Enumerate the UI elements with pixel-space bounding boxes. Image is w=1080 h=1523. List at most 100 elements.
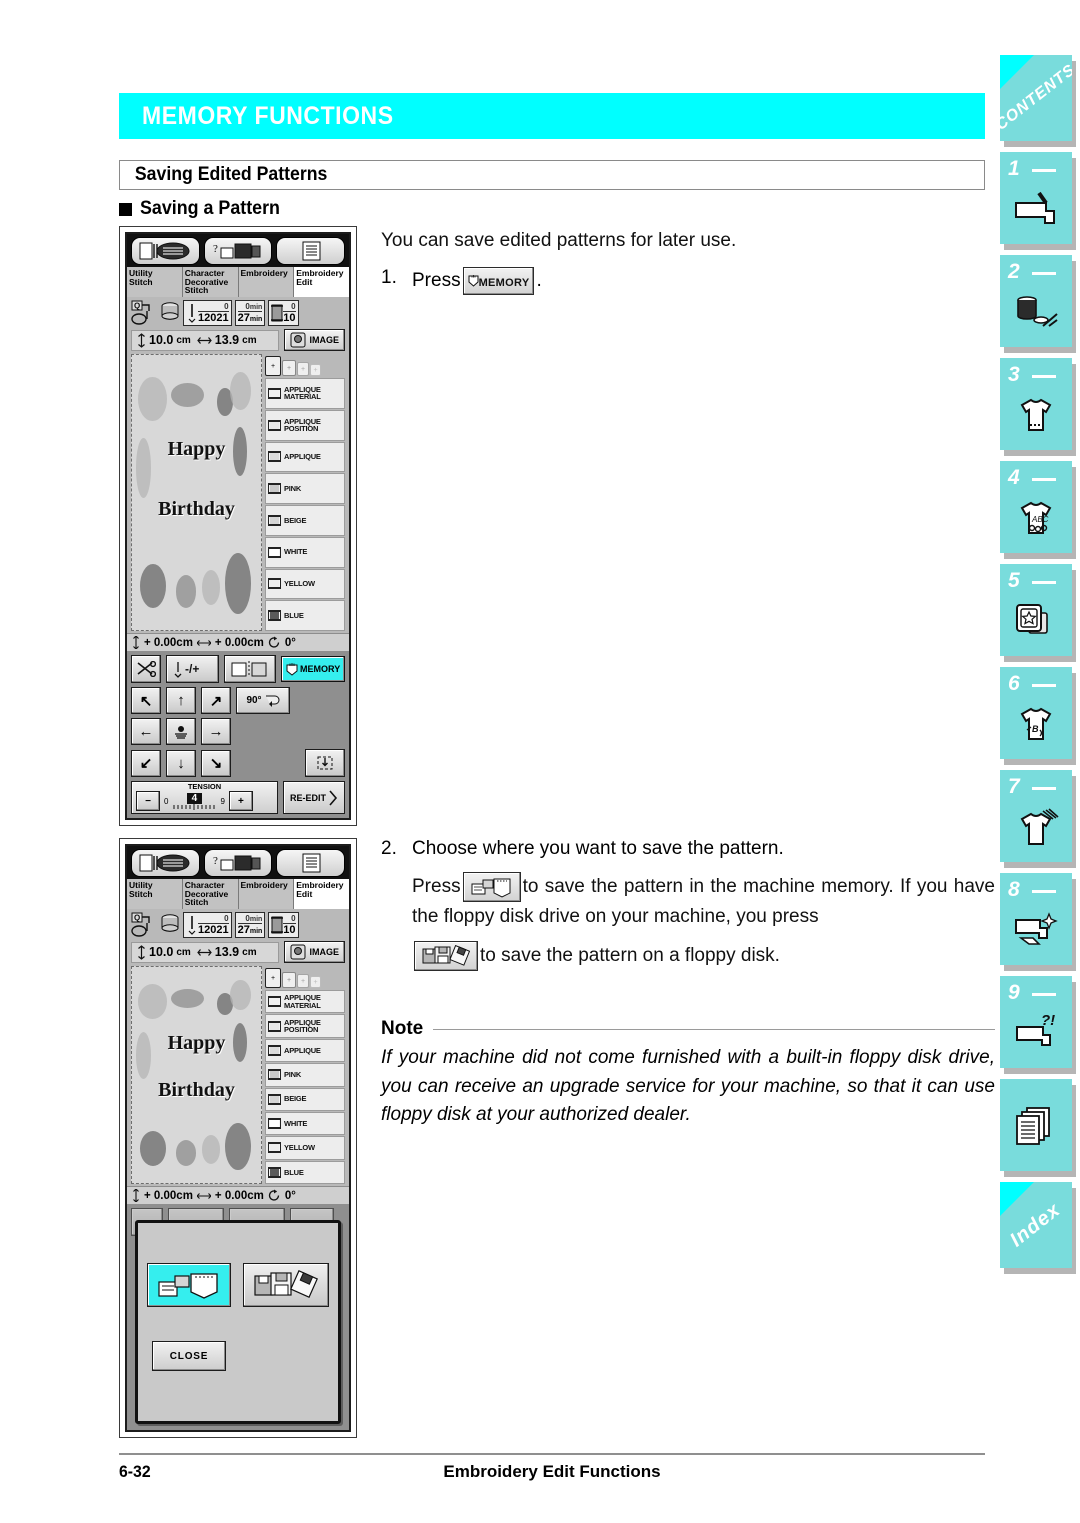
character-decorative-mode-icon[interactable]: ? [203,849,273,877]
index-tab-ch3[interactable]: 3 [1000,358,1072,450]
tab-embroidery-edit[interactable]: Embroidery Edit [294,267,349,297]
tab-character-decorative-stitch[interactable]: Character Decorative Stitch [182,879,239,909]
image-button[interactable]: IMAGE [284,941,345,963]
tension-scale-icon [173,803,215,810]
needle-icon [188,916,196,935]
thread-color-item[interactable]: PINK [265,473,345,504]
tab-embroidery-edit[interactable]: Embroidery Edit [294,879,349,909]
vertical-offset-icon [133,636,139,649]
thread-spool-icon [268,610,281,622]
close-button[interactable]: CLOSE [152,1341,226,1371]
index-tab-index[interactable]: Index [1000,1182,1072,1268]
tab-utility-stitch[interactable]: Utility Stitch [127,879,183,909]
memory-button-inline[interactable]: MEMORY [462,267,535,296]
tab-character-decorative-stitch[interactable]: Character Decorative Stitch [182,267,239,297]
move-down-right-button[interactable]: ↘ [201,749,231,777]
thread-color-item[interactable]: APPLIQUE MATERIAL [265,378,345,409]
index-tab-ch6[interactable]: 6B [1000,667,1072,759]
hoop-size-3-icon[interactable]: + [297,362,309,376]
thread-spool-icon [268,1142,281,1154]
footer-page-number: 6-32 [119,1462,151,1481]
index-tab-ch7[interactable]: 7 [1000,770,1072,862]
thread-color-item[interactable]: APPLIQUE [265,441,345,473]
thread-color-item[interactable]: BLUE [265,1160,345,1184]
move-up-button[interactable]: ↑ [166,687,196,714]
svg-text:ABC: ABC [1031,515,1049,524]
utility-stitch-mode-icon[interactable] [131,237,200,265]
tension-plus-button[interactable]: + [228,791,253,811]
memory-button-label: MEMORY [300,664,341,674]
settings-list-mode-icon[interactable] [276,849,346,877]
move-up-left-button[interactable]: ↖ [131,687,161,714]
thread-color-item[interactable]: WHITE [265,1111,345,1136]
hoop-size-4-icon[interactable]: + [310,364,321,376]
machine-memory-button-inline[interactable] [462,872,521,902]
stitch-step-button[interactable]: -/+ [166,655,219,683]
move-right-button[interactable]: → [201,718,231,745]
save-to-machine-memory-button[interactable] [147,1263,231,1307]
hoop-size-1-icon[interactable]: + [265,356,281,376]
embroidery-preview-1[interactable]: Happy Birthday [131,354,262,631]
trial-position-button[interactable] [305,749,345,777]
thread-color-item[interactable]: PINK [265,1063,345,1087]
tab-utility-stitch[interactable]: Utility Stitch [127,267,183,297]
thread-spool-icon [268,1118,281,1130]
thread-color-name: APPLIQUE [284,452,321,462]
rotate-button[interactable]: 90° [236,687,290,714]
index-tab-contents[interactable]: CONTENTS [1000,55,1072,141]
move-down-left-button[interactable]: ↙ [131,749,161,777]
index-tab-ch5[interactable]: 5 [1000,564,1072,656]
save-to-floppy-disk-button[interactable] [243,1263,329,1307]
index-tab-dash [1032,375,1056,378]
move-left-button[interactable]: ← [131,718,161,745]
thread-color-item[interactable]: YELLOW [265,1136,345,1160]
index-tab-ch4[interactable]: 4 ABC [1000,461,1072,553]
thread-color-item[interactable]: WHITE [265,536,345,568]
lcd-2-stats-row: Q 0 12021 0min 27min 0 10 [127,909,349,939]
utility-stitch-mode-icon[interactable] [131,849,200,877]
index-tab-ch9[interactable]: 9?! [1000,976,1072,1068]
index-tab-ch8[interactable]: 8 [1000,873,1072,965]
thread-color-item[interactable]: BEIGE [265,505,345,536]
index-tab-ch2[interactable]: 2 [1000,255,1072,347]
tension-control[interactable]: TENSION − 0 4 9 + [131,781,278,814]
stitch-count-box: 0 12021 [183,912,232,938]
tension-minus-button[interactable]: − [136,791,160,811]
thread-color-item[interactable]: BEIGE [265,1087,345,1111]
re-edit-button[interactable]: RE-EDIT [283,781,345,814]
move-up-right-button[interactable]: ↗ [201,687,231,714]
hoop-size-selector[interactable]: + + + + [265,354,345,376]
machine-memory-icon [158,1273,218,1299]
thread-color-item[interactable]: APPLIQUE MATERIAL [265,990,345,1014]
hoop-size-4-icon[interactable]: + [310,976,321,988]
hoop-size-2-icon[interactable]: + [282,360,296,376]
character-decorative-mode-icon[interactable]: ? [203,237,273,265]
mirror-flip-button[interactable] [223,655,277,683]
image-button[interactable]: IMAGE [284,329,345,351]
thread-cut-button[interactable] [131,655,162,683]
rotate-arrow-icon [265,695,280,707]
index-tab-appendix[interactable] [1000,1079,1072,1171]
hoop-size-2-icon[interactable]: + [282,972,296,988]
hoop-size-3-icon[interactable]: + [297,974,309,988]
machine-question-icon: ?! [1013,1013,1059,1053]
thread-color-item[interactable]: APPLIQUE POSITION [265,409,345,441]
thread-color-name: APPLIQUE [284,1045,321,1055]
center-pattern-button[interactable] [166,718,196,745]
thread-color-item[interactable]: YELLOW [265,568,345,600]
tab-embroidery[interactable]: Embroidery [238,267,295,297]
height-arrow-icon [138,332,145,348]
tab-embroidery[interactable]: Embroidery [238,879,295,909]
hoop-size-selector[interactable]: + + + + [265,966,345,988]
embroidery-preview-2[interactable]: Happy Birthday [131,966,262,1184]
thread-color-item[interactable]: APPLIQUE POSITION [265,1014,345,1038]
settings-list-mode-icon[interactable] [276,237,346,265]
memory-button[interactable]: MEMORY [281,656,346,682]
floppy-disk-button-inline[interactable] [414,941,478,972]
index-tab-ch1[interactable]: 1 [1000,152,1072,244]
hoop-size-1-icon[interactable]: + [265,968,281,988]
intro-text: You can save edited patterns for later u… [381,230,737,251]
thread-color-item[interactable]: APPLIQUE [265,1038,345,1063]
thread-color-item[interactable]: BLUE [265,600,345,631]
move-down-button[interactable]: ↓ [166,749,196,777]
